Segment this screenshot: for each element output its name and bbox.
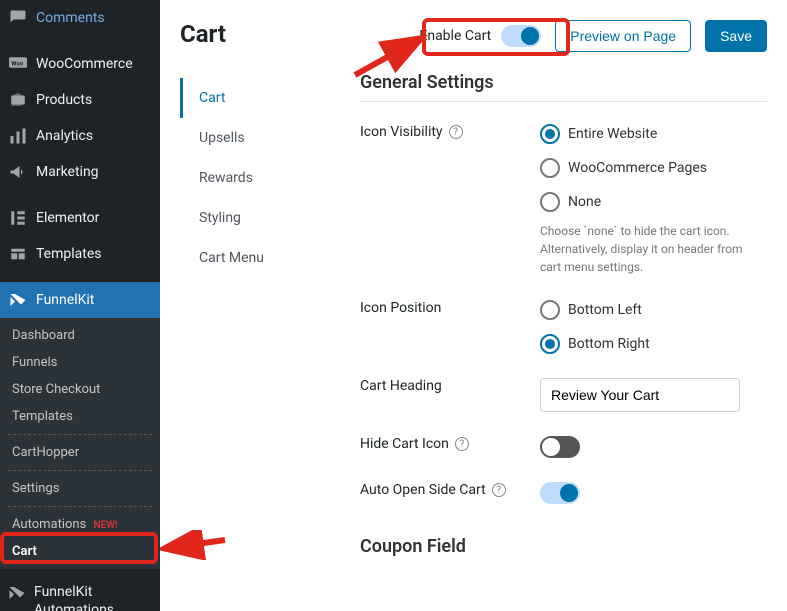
top-bar: Enable Cart Preview on Page Save [360,20,767,52]
auto-open-label: Auto Open Side Cart ? [360,482,540,498]
radio-woocommerce-pages[interactable]: WooCommerce Pages [540,158,767,178]
sidebar-label: WooCommerce [36,56,133,72]
sidebar-label: Analytics [36,128,93,144]
icon-position-label: Icon Position [360,300,540,316]
preview-on-page-button[interactable]: Preview on Page [555,20,691,52]
icon-visibility-row: Icon Visibility ? Entire Website WooComm… [360,112,767,288]
marketing-icon [8,162,28,182]
submenu-automations[interactable]: Automations NEW! [0,511,160,538]
funnelkit-submenu: Dashboard Funnels Store Checkout Templat… [0,318,160,569]
submenu-carthopper[interactable]: CartHopper [0,439,160,466]
icon-position-row: Icon Position Bottom Left Bottom Right [360,288,767,366]
main-settings: Enable Cart Preview on Page Save General… [340,0,787,611]
sidebar-label: FunnelKit Automations [34,583,152,611]
enable-cart-toggle[interactable] [501,25,541,47]
settings-tabs: Cart Upsells Rewards Styling Cart Menu [180,78,340,278]
radio-circle-icon [540,124,560,144]
enable-cart-label: Enable Cart [419,28,491,44]
tab-cart[interactable]: Cart [180,78,340,118]
analytics-icon [8,126,28,146]
auto-open-row: Auto Open Side Cart ? [360,470,767,516]
cart-heading-row: Cart Heading [360,366,767,424]
radio-circle-icon [540,158,560,178]
auto-open-toggle[interactable] [540,482,580,504]
templates-icon [8,244,28,264]
sidebar-label: Marketing [36,164,99,180]
tab-cart-menu[interactable]: Cart Menu [180,238,340,278]
sidebar-item-elementor[interactable]: Elementor [0,200,160,236]
help-icon[interactable]: ? [449,125,463,139]
submenu-cart[interactable]: Cart [0,538,160,565]
icon-visibility-help: Choose `none` to hide the cart icon. Alt… [540,222,760,276]
tab-rewards[interactable]: Rewards [180,158,340,198]
hide-cart-icon-row: Hide Cart Icon ? [360,424,767,470]
hide-cart-icon-toggle[interactable] [540,436,580,458]
submenu-dashboard[interactable]: Dashboard [0,322,160,349]
sidebar-item-products[interactable]: Products [0,82,160,118]
svg-text:Woo: Woo [11,61,24,68]
sidebar-label: Comments [36,10,105,26]
sidebar-label: Templates [36,246,102,262]
radio-bottom-right[interactable]: Bottom Right [540,334,767,354]
radio-bottom-left[interactable]: Bottom Left [540,300,767,320]
cart-heading-label: Cart Heading [360,378,540,394]
general-settings-heading: General Settings [360,72,767,102]
radio-circle-icon [540,300,560,320]
radio-none[interactable]: None [540,192,767,212]
admin-sidebar: Comments Woo WooCommerce Products Analyt… [0,0,160,611]
sidebar-item-templates[interactable]: Templates [0,236,160,272]
sidebar-item-marketing[interactable]: Marketing [0,154,160,190]
sidebar-label: Products [36,92,92,108]
woocommerce-icon: Woo [8,54,28,74]
funnelkit-automations-icon [8,583,26,603]
radio-circle-icon [540,192,560,212]
help-icon[interactable]: ? [492,483,506,497]
hide-cart-icon-label: Hide Cart Icon ? [360,436,540,452]
help-icon[interactable]: ? [455,437,469,451]
radio-circle-icon [540,334,560,354]
submenu-settings[interactable]: Settings [0,475,160,502]
submenu-templates[interactable]: Templates [0,403,160,430]
sidebar-item-analytics[interactable]: Analytics [0,118,160,154]
tab-styling[interactable]: Styling [180,198,340,238]
sidebar-item-woocommerce[interactable]: Woo WooCommerce [0,46,160,82]
icon-position-radio-group: Bottom Left Bottom Right [540,300,767,354]
icon-visibility-radio-group: Entire Website WooCommerce Pages None [540,124,767,212]
tab-upsells[interactable]: Upsells [180,118,340,158]
sidebar-item-comments[interactable]: Comments [0,0,160,36]
submenu-store-checkout[interactable]: Store Checkout [0,376,160,403]
page-title: Cart [180,20,340,48]
icon-visibility-label: Icon Visibility ? [360,124,540,140]
submenu-funnels[interactable]: Funnels [0,349,160,376]
submenu-label: Automations [12,517,86,532]
elementor-icon [8,208,28,228]
sidebar-label: Elementor [36,210,99,226]
save-button[interactable]: Save [705,20,767,52]
cart-heading-input[interactable] [540,378,740,412]
radio-entire-website[interactable]: Entire Website [540,124,767,144]
coupon-field-heading: Coupon Field [360,536,767,565]
new-badge: NEW! [94,520,118,531]
comments-icon [8,8,28,28]
enable-cart-block: Enable Cart [419,25,541,47]
sidebar-item-funnelkit-automations[interactable]: FunnelKit Automations [0,575,160,611]
sidebar-label: FunnelKit [36,292,94,308]
products-icon [8,90,28,110]
sidebar-item-funnelkit[interactable]: FunnelKit [0,282,160,318]
funnelkit-icon [8,290,28,310]
content-area: Cart Cart Upsells Rewards Styling Cart M… [160,0,787,611]
settings-tabs-column: Cart Cart Upsells Rewards Styling Cart M… [160,0,340,611]
